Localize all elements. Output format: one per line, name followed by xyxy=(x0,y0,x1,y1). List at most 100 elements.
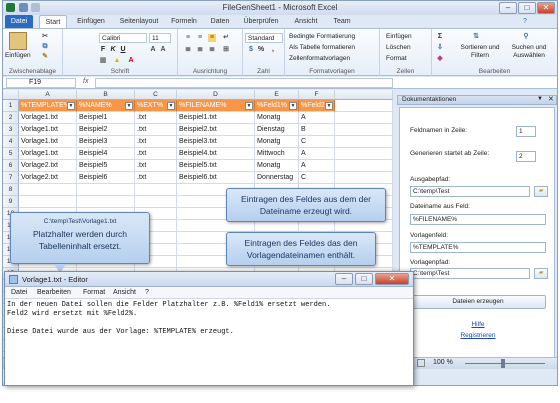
column-header-c[interactable]: C xyxy=(135,90,177,100)
filter-dropdown-icon[interactable]: ▼ xyxy=(125,102,133,110)
empty-cell[interactable] xyxy=(335,136,393,148)
table-cell[interactable]: Vorlage1.txt xyxy=(19,112,77,124)
table-header-cell[interactable]: %Feld1% ▼ xyxy=(255,100,299,112)
empty-cell[interactable] xyxy=(77,196,135,208)
table-cell[interactable]: Vorlage1.txt xyxy=(19,148,77,160)
fill-color-icon[interactable]: ▲ xyxy=(113,57,121,65)
find-select-button[interactable]: ⚲ Suchen und Auswählen xyxy=(506,31,552,65)
table-header-cell[interactable]: %EXT% ▼ xyxy=(135,100,177,112)
filter-dropdown-icon[interactable]: ▼ xyxy=(67,102,75,110)
menu-format[interactable]: Format xyxy=(83,288,105,298)
empty-cell[interactable] xyxy=(335,172,393,184)
table-cell[interactable]: .txt xyxy=(135,136,177,148)
fx-label[interactable]: fx xyxy=(83,78,88,85)
paste-label[interactable]: Einfügen xyxy=(5,52,31,59)
tab-start[interactable]: Start xyxy=(39,15,67,28)
grow-font-icon[interactable]: A xyxy=(149,46,157,54)
column-header-a[interactable]: A xyxy=(19,90,77,100)
table-cell[interactable]: Beispiel1 xyxy=(77,112,135,124)
table-cell[interactable]: Beispiel3.txt xyxy=(177,136,255,148)
filter-dropdown-icon[interactable]: ▼ xyxy=(289,102,297,110)
table-cell[interactable]: Beispiel6.txt xyxy=(177,172,255,184)
cut-icon[interactable]: ✂ xyxy=(41,33,49,41)
table-cell[interactable]: .txt xyxy=(135,112,177,124)
template-field-input[interactable]: %TEMPLATE% xyxy=(410,242,546,253)
formula-input[interactable] xyxy=(95,78,393,88)
table-cell[interactable]: A xyxy=(299,160,335,172)
zoom-slider-thumb[interactable] xyxy=(501,359,505,368)
filename-field-input[interactable]: %FILENAME% xyxy=(410,214,546,225)
table-cell[interactable]: A xyxy=(299,148,335,160)
row-header[interactable]: 6 xyxy=(3,160,19,172)
wrap-text-icon[interactable]: ↵ xyxy=(222,34,230,42)
row-header[interactable]: 1 xyxy=(3,100,19,112)
sort-filter-button[interactable]: ⇅ Sortieren und Filtern xyxy=(458,31,502,65)
table-cell[interactable]: .txt xyxy=(135,160,177,172)
align-top-icon[interactable]: ≡ xyxy=(184,34,192,42)
font-size-select[interactable]: 11 xyxy=(149,33,171,43)
start-row-input[interactable]: 2 xyxy=(516,151,536,162)
merge-icon[interactable]: ⊞ xyxy=(222,46,230,54)
table-cell[interactable]: Beispiel3 xyxy=(77,136,135,148)
maximize-button[interactable]: □ xyxy=(518,2,536,14)
menu-view[interactable]: Ansicht xyxy=(113,288,136,298)
font-color-icon[interactable]: A xyxy=(127,57,135,65)
clear-icon[interactable]: ◆ xyxy=(436,55,444,63)
bold-icon[interactable]: F xyxy=(99,46,107,54)
percent-icon[interactable]: % xyxy=(257,46,265,54)
table-header-cell[interactable]: %NAME% ▼ xyxy=(77,100,135,112)
name-row-input[interactable]: 1 xyxy=(516,126,536,137)
filter-dropdown-icon[interactable]: ▼ xyxy=(167,102,175,110)
table-header-cell[interactable]: %FILENAME% ▼ xyxy=(177,100,255,112)
tab-view[interactable]: Ansicht xyxy=(289,15,323,28)
table-cell[interactable]: Vorlage1.txt xyxy=(19,136,77,148)
row-header[interactable]: 5 xyxy=(3,148,19,160)
name-box[interactable]: F19 xyxy=(6,78,76,88)
column-header-b[interactable]: B xyxy=(77,90,135,100)
pane-close-icon[interactable]: ✕ xyxy=(548,95,554,103)
close-button[interactable]: ✕ xyxy=(537,2,555,14)
menu-file[interactable]: Datei xyxy=(11,288,27,298)
table-cell[interactable]: Beispiel4 xyxy=(77,148,135,160)
table-cell[interactable]: Mittwoch xyxy=(255,148,299,160)
table-cell[interactable]: Vorlage1.txt xyxy=(19,124,77,136)
empty-cell[interactable] xyxy=(19,196,77,208)
notepad-minimize-button[interactable]: – xyxy=(335,273,353,285)
tab-data[interactable]: Daten xyxy=(207,15,233,28)
empty-cell[interactable] xyxy=(335,100,393,112)
zoom-slider[interactable] xyxy=(465,363,545,364)
pane-menu-icon[interactable]: ▼ xyxy=(537,96,543,102)
underline-icon[interactable]: U xyxy=(119,46,127,54)
notepad-text-area[interactable]: In der neuen Datei sollen die Felder Pla… xyxy=(7,301,407,383)
table-cell[interactable]: C xyxy=(299,136,335,148)
template-path-input[interactable]: C:\temp\Test xyxy=(410,268,530,279)
cell-styles-button[interactable]: Zellenformatvorlagen xyxy=(289,55,350,62)
table-cell[interactable]: Beispiel5 xyxy=(77,160,135,172)
filter-dropdown-icon[interactable]: ▼ xyxy=(245,102,253,110)
paste-icon[interactable] xyxy=(9,32,27,50)
format-as-table-button[interactable]: Als Tabelle formatieren xyxy=(289,44,355,51)
empty-cell[interactable] xyxy=(335,124,393,136)
table-cell[interactable]: C xyxy=(299,172,335,184)
table-cell[interactable]: .txt xyxy=(135,124,177,136)
table-cell[interactable]: Beispiel5.txt xyxy=(177,160,255,172)
empty-cell[interactable] xyxy=(335,160,393,172)
table-header-cell[interactable]: %TEMPLATE% ▼ xyxy=(19,100,77,112)
register-link[interactable]: Registrieren xyxy=(448,332,508,339)
row-header[interactable]: 3 xyxy=(3,124,19,136)
tab-insert[interactable]: Einfügen xyxy=(73,15,109,28)
table-cell[interactable]: Beispiel2 xyxy=(77,124,135,136)
column-header-f[interactable]: F xyxy=(299,90,335,100)
select-all-corner[interactable] xyxy=(3,90,19,100)
table-cell[interactable]: Dienstag xyxy=(255,124,299,136)
align-bottom-icon[interactable]: ≡ xyxy=(208,34,216,42)
empty-cell[interactable] xyxy=(335,112,393,124)
tab-team[interactable]: Team xyxy=(329,15,355,28)
table-header-cell[interactable]: %Feld2% ▼ xyxy=(299,100,335,112)
minimize-button[interactable]: – xyxy=(499,2,517,14)
table-cell[interactable]: Beispiel2.txt xyxy=(177,124,255,136)
number-format-select[interactable]: Standard xyxy=(245,33,283,43)
shrink-font-icon[interactable]: A xyxy=(159,46,167,54)
table-cell[interactable]: Vorlage2.txt xyxy=(19,160,77,172)
autosum-icon[interactable]: Σ xyxy=(436,33,444,41)
